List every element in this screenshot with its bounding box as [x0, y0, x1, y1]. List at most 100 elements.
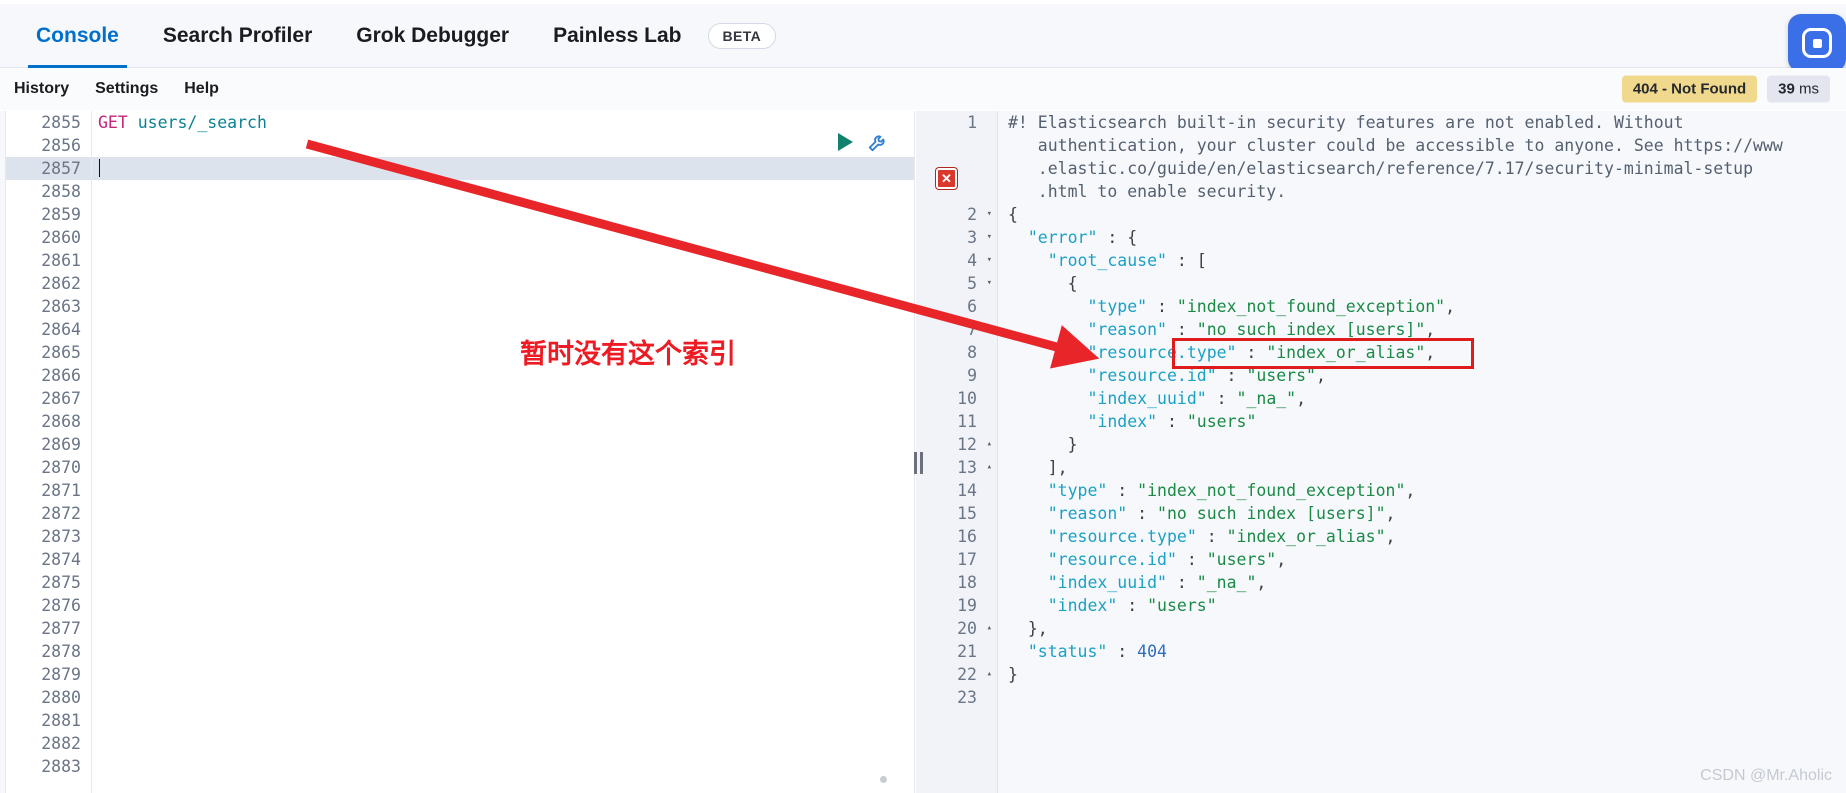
response-token-punct: : [1216, 366, 1247, 385]
status-badge: 404 - Not Found [1621, 75, 1758, 103]
settings-link[interactable]: Settings [95, 80, 158, 98]
request-line-number: 2875 [41, 573, 81, 592]
request-code-area[interactable]: GET users/_search [92, 111, 914, 793]
app-logo-inner-shape [1812, 38, 1822, 48]
request-line-number: 2877 [41, 619, 81, 638]
request-line-number: 2861 [41, 251, 81, 270]
request-code-line [98, 640, 914, 663]
beta-badge: BETA [707, 22, 777, 49]
response-token-comment: .elastic.co/guide/en/elasticsearch/refer… [1008, 159, 1754, 178]
response-line-number: 12 ▴ [957, 433, 992, 456]
request-editor[interactable]: 2855 2856 2857 2858 2859 2860 2861 2862 2863 2864… [0, 111, 915, 793]
response-token-punct: : [1166, 320, 1197, 339]
request-code-line [98, 617, 914, 640]
response-code-line: "type" : "index_not_found_exception", [1008, 479, 1846, 502]
response-line-number: 6 [967, 297, 977, 316]
response-token-key: "resource.type" [1047, 527, 1197, 546]
tab-painless-lab[interactable]: Painless Lab [531, 4, 703, 68]
request-line-number: 2870 [41, 458, 81, 477]
response-time-badge: 39 ms [1767, 75, 1830, 103]
response-token-punct: , [1315, 366, 1326, 385]
fold-toggle-icon[interactable]: ▴ [987, 433, 992, 456]
fold-toggle-icon[interactable]: ▴ [987, 456, 992, 479]
response-code-line: "resource.id" : "users", [1008, 548, 1846, 571]
response-line-number: 1 [967, 113, 977, 132]
response-line-number: 22 ▴ [957, 663, 992, 686]
response-token-key: "type" [1087, 297, 1148, 316]
request-line-number: 2878 [41, 642, 81, 661]
response-code-line: #! Elasticsearch built-in security featu… [1008, 111, 1846, 134]
request-code-line [92, 157, 914, 180]
response-code-line: { [1008, 203, 1846, 226]
request-line-number: 2874 [41, 550, 81, 569]
request-code-line [98, 318, 914, 341]
response-token-punct [1008, 481, 1048, 500]
request-line-number: 2871 [41, 481, 81, 500]
annotation-note-text: 暂时没有这个索引 [520, 339, 736, 370]
pane-splitter-handle[interactable] [910, 450, 926, 476]
error-x-icon[interactable]: ✕ [936, 168, 957, 189]
response-token-punct: : [1107, 481, 1138, 500]
response-status-group: 404 - Not Found 39 ms [1621, 75, 1830, 103]
help-link[interactable]: Help [184, 80, 219, 98]
response-token-key: "reason" [1047, 504, 1128, 523]
request-code-line [98, 548, 914, 571]
fold-toggle-icon[interactable]: ▾ [987, 203, 992, 226]
response-code-line: "resource.id" : "users", [1008, 364, 1846, 387]
fold-toggle-icon[interactable]: ▴ [987, 617, 992, 640]
request-line-number: 2880 [41, 688, 81, 707]
fold-toggle-icon[interactable]: ▾ [987, 249, 992, 272]
response-code-line: }, [1008, 617, 1846, 640]
response-code-line [1008, 686, 1846, 709]
response-token-key: "index" [1087, 412, 1158, 431]
app-logo-outer-shape [1802, 28, 1832, 58]
response-token-punct: : [1147, 297, 1177, 316]
response-token-str: "users" [1246, 366, 1316, 385]
response-code-line: "resource.type" : "index_or_alias", [1008, 341, 1846, 364]
response-line-number-gutter: 1 2 ▾ 3 ▾ 4 ▾ 5 ▾ 6 7 8 9 10 11 12 ▴ 13 ▴ 14 15 16 17 18 19 20 ▴ 21… [916, 111, 998, 793]
fold-toggle-icon[interactable]: ▾ [987, 272, 992, 295]
request-code-line [98, 364, 914, 387]
response-token-comment: #! Elasticsearch built-in security featu… [1008, 113, 1684, 132]
request-line-number: 2866 [41, 366, 81, 385]
response-line-number: 9 [967, 366, 977, 385]
request-code-line [98, 226, 914, 249]
response-token-punct: , [1425, 343, 1436, 362]
tab-search-profiler-label: Search Profiler [162, 23, 313, 47]
request-code-line [98, 755, 914, 778]
response-line-number: 15 [957, 504, 977, 523]
response-token-punct [1008, 412, 1087, 431]
tab-search-profiler[interactable]: Search Profiler [141, 4, 334, 68]
response-token-punct: : [ [1166, 251, 1207, 270]
response-line-number: 7 [967, 320, 977, 339]
response-code-line: } [1008, 663, 1846, 686]
response-token-key: "index_uuid" [1047, 573, 1167, 592]
tab-console[interactable]: Console [14, 4, 141, 68]
response-editor[interactable]: 1 2 ▾ 3 ▾ 4 ▾ 5 ▾ 6 7 8 9 10 11 12 ▴ 13 ▴ 14 15 16 17 18 19 20 ▴ 21… [916, 111, 1846, 793]
request-code-line [98, 180, 914, 203]
app-logo-icon[interactable] [1788, 14, 1846, 72]
response-code-line: authentication, your cluster could be ac… [1008, 134, 1846, 157]
wrench-icon[interactable] [867, 131, 889, 153]
response-token-key: "status" [1027, 642, 1108, 661]
response-token-punct: , [1296, 389, 1307, 408]
fold-toggle-icon[interactable]: ▴ [987, 663, 992, 686]
response-code-line: } [1008, 433, 1846, 456]
request-scroll-indicator[interactable] [880, 776, 887, 783]
response-code-line: .html to enable security. [1008, 180, 1846, 203]
request-action-icons [838, 131, 889, 153]
response-token-punct [1008, 251, 1048, 270]
response-token-punct [1008, 297, 1087, 316]
response-token-str: "users" [1186, 412, 1257, 431]
play-icon[interactable] [838, 133, 853, 151]
response-token-punct: : [1206, 389, 1237, 408]
tab-grok-debugger[interactable]: Grok Debugger [334, 4, 531, 68]
response-token-str: "index_or_alias" [1226, 527, 1386, 546]
response-line-number: 13 ▴ [957, 456, 992, 479]
fold-toggle-icon[interactable]: ▾ [987, 226, 992, 249]
console-toolbar: History Settings Help 404 - Not Found 39… [0, 68, 1846, 110]
response-token-punct: : [1236, 343, 1267, 362]
response-token-punct: : [1127, 504, 1158, 523]
request-line-number: 2865 [41, 343, 81, 362]
history-link[interactable]: History [14, 80, 69, 98]
